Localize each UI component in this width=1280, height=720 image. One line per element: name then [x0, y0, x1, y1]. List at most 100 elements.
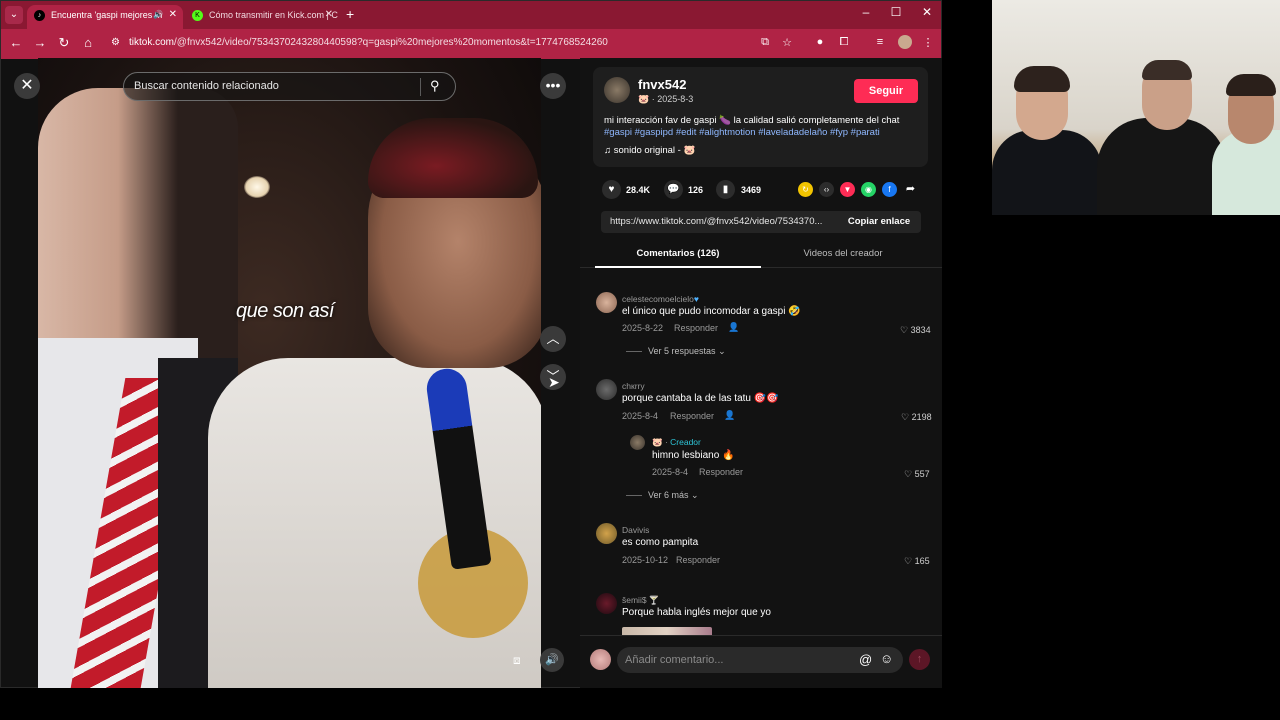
tab-comments[interactable]: Comentarios (126)	[595, 248, 761, 259]
mouse-cursor-icon: ➤	[548, 374, 560, 390]
kick-icon: K	[192, 10, 203, 21]
minimize-button[interactable]: –	[851, 5, 881, 19]
tab-tiktok[interactable]: ♪ Encuentra 'gaspi mejores m 🔊 ✕	[27, 5, 183, 29]
comment-username[interactable]: 🐷 · Creador	[652, 437, 701, 448]
new-tab-button[interactable]: +	[346, 6, 354, 22]
close-tab-icon[interactable]: ✕	[169, 5, 177, 25]
site-info-icon[interactable]: ⚙	[111, 37, 120, 48]
comment-username[interactable]: chкrry	[622, 381, 645, 391]
chevron-down-icon: ⌄	[691, 490, 699, 500]
copy-link-row: https://www.tiktok.com/@fnvx542/video/75…	[601, 211, 921, 233]
comment-date: 2025-10-12	[622, 555, 669, 565]
video-player[interactable]: que son así	[38, 58, 541, 688]
volume-button[interactable]: 🔊	[540, 648, 564, 672]
comment-avatar[interactable]	[596, 593, 617, 614]
music-avatar-icon: 🐷	[683, 145, 696, 156]
close-tab-icon[interactable]: ✕	[325, 5, 333, 25]
video-caption: que son así	[236, 300, 334, 322]
share-icon[interactable]: ➦	[903, 182, 918, 197]
send-comment-button[interactable]: ↑	[909, 649, 930, 670]
comment-image-thumbnail[interactable]	[622, 627, 712, 635]
browser-toolbar: ← → ↻ ⌂ ⚙ tiktok.com/@fnvx542/video/7534…	[1, 29, 941, 59]
extension-icon[interactable]: ●	[812, 36, 828, 48]
reply-button[interactable]: Responder	[670, 411, 714, 421]
whatsapp-icon[interactable]: ◉	[861, 182, 876, 197]
reply-button[interactable]: Responder	[674, 323, 718, 333]
home-button[interactable]: ⌂	[79, 35, 97, 50]
picture-in-picture-icon[interactable]: ⧈	[513, 653, 521, 668]
tab-strip: ⌄ ♪ Encuentra 'gaspi mejores m 🔊 ✕ K Cóm…	[1, 1, 941, 29]
tiktok-icon: ♪	[34, 10, 45, 21]
webcam-person-left-hair	[1014, 66, 1070, 92]
emoji-icon[interactable]: ☺	[880, 651, 893, 666]
search-icon[interactable]: ⚲	[430, 78, 440, 94]
author-name[interactable]: fnvx542	[638, 77, 686, 92]
heart-outline-icon: ♡	[900, 325, 911, 335]
author-avatar[interactable]	[604, 77, 630, 103]
install-app-icon[interactable]: ⧉	[757, 36, 773, 49]
music-link[interactable]: ♫ sonido original - 🐷	[604, 145, 695, 156]
post-link: https://www.tiktok.com/@fnvx542/video/75…	[610, 216, 823, 227]
heart-outline-icon: ♡	[904, 556, 915, 566]
comment-username[interactable]: Davivis	[622, 525, 649, 535]
comment-username[interactable]: celestecomoelcielo♥	[622, 294, 699, 304]
comment-icon[interactable]: 💬	[664, 180, 683, 199]
media-control-icon[interactable]: ≡	[872, 36, 888, 48]
repost-icon[interactable]: ↻	[798, 182, 813, 197]
profile-avatar[interactable]	[898, 35, 912, 49]
back-button[interactable]: ←	[7, 35, 25, 50]
comment-count: 126	[688, 185, 704, 195]
post-hashtags[interactable]: #gaspi #gaspipd #edit #alightmotion #lav…	[604, 127, 880, 138]
close-window-button[interactable]: ✕	[912, 5, 941, 19]
maximize-button[interactable]: ☐	[881, 5, 911, 19]
reply-button[interactable]: Responder	[676, 555, 720, 565]
comment-like[interactable]: ♡ 2198	[901, 412, 932, 423]
follow-button[interactable]: Seguir	[854, 79, 918, 103]
view-replies-button[interactable]: Ver 5 respuestas ⌄	[626, 346, 726, 357]
comment-date: 2025-8-4	[652, 467, 689, 477]
tab-title: Encuentra 'gaspi mejores m	[51, 10, 163, 20]
post-description: mi interacción fav de gaspi 🍆 la calidad…	[604, 115, 900, 138]
comment-like[interactable]: ♡ 557	[904, 469, 930, 480]
related-search-input[interactable]	[134, 80, 414, 92]
facebook-icon[interactable]: f	[882, 182, 897, 197]
reply-button[interactable]: Responder	[699, 467, 743, 477]
extensions-puzzle-icon[interactable]: ⧠	[836, 36, 852, 49]
tab-creator-videos[interactable]: Videos del creador	[760, 248, 926, 259]
bookmark-star-icon[interactable]: ☆	[779, 36, 795, 49]
related-search-box[interactable]: ⚲	[123, 72, 456, 101]
send-to-friends-icon[interactable]: ▼	[840, 182, 855, 197]
like-icon[interactable]: ♥	[602, 180, 621, 199]
heart-badge-icon: ♥	[693, 294, 699, 304]
embed-icon[interactable]: ‹›	[819, 182, 834, 197]
tab-search-button[interactable]: ⌄	[5, 6, 23, 24]
video-hair-right	[368, 118, 538, 198]
comment-like[interactable]: ♡ 3834	[900, 325, 931, 336]
mention-icon[interactable]: @	[859, 652, 872, 667]
comment-username[interactable]: šemii$ 🍸	[622, 595, 660, 606]
comment-avatar[interactable]	[596, 523, 617, 544]
comment-avatar[interactable]	[596, 292, 617, 313]
copy-link-button[interactable]: Copiar enlace	[837, 211, 921, 233]
close-video-button[interactable]: ✕	[14, 73, 40, 99]
save-icon[interactable]: ▮	[716, 180, 735, 199]
more-options-button[interactable]: •••	[540, 73, 566, 99]
heart-outline-icon: ♡	[901, 412, 912, 422]
reload-button[interactable]: ↻	[55, 35, 73, 51]
comment-like[interactable]: ♡ 165	[904, 556, 930, 567]
previous-video-button[interactable]: ︿	[540, 326, 566, 352]
comment-text: es como pampita	[622, 537, 699, 548]
browser-menu-icon[interactable]: ⋮	[920, 36, 936, 49]
view-more-replies-button[interactable]: Ver 6 más ⌄	[626, 490, 699, 501]
tab-kick[interactable]: K Cómo transmitir en Kick.com | C ✕	[185, 5, 339, 29]
comment-date: 2025-8-22	[622, 323, 664, 333]
search-divider	[420, 78, 421, 96]
screen: ⌄ ♪ Encuentra 'gaspi mejores m 🔊 ✕ K Cóm…	[0, 0, 1280, 720]
forward-button[interactable]: →	[31, 35, 49, 50]
address-bar[interactable]: ⚙ tiktok.com/@fnvx542/video/753437024328…	[105, 33, 815, 55]
audio-playing-icon[interactable]: 🔊	[153, 5, 163, 25]
comment-avatar[interactable]	[596, 379, 617, 400]
creator-liked-icon: 👤	[728, 322, 740, 332]
comment-avatar[interactable]	[630, 435, 645, 450]
current-user-avatar	[590, 649, 611, 670]
